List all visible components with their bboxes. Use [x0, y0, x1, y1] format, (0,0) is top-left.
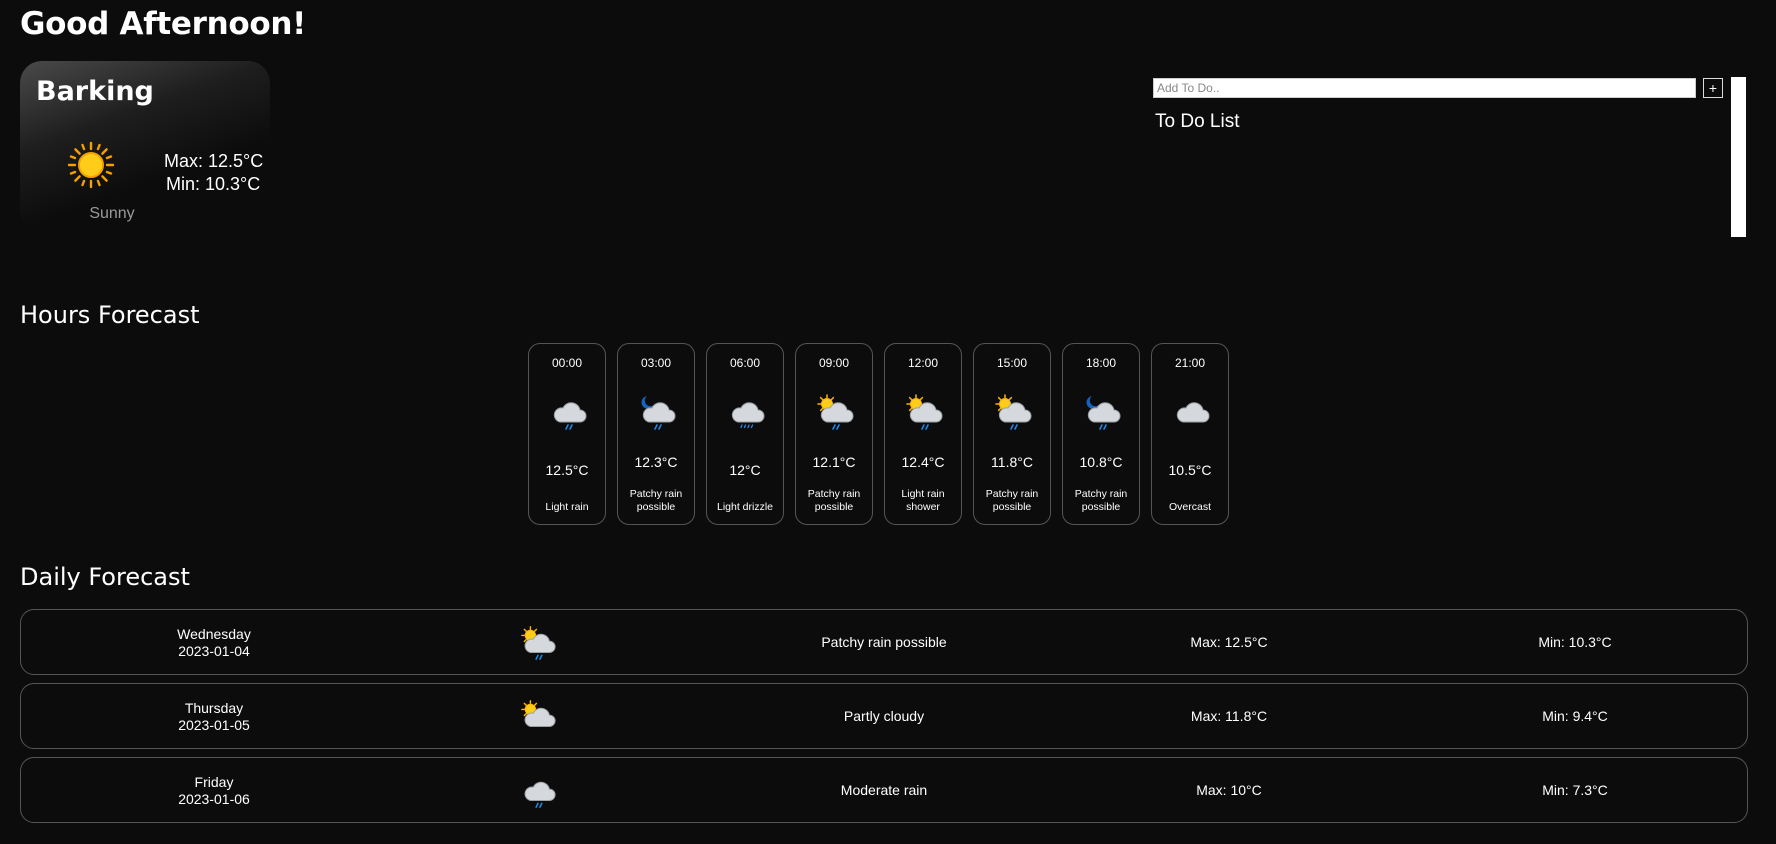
current-condition: Sunny	[89, 205, 135, 222]
hour-temp: 12.5°C	[545, 462, 589, 478]
todo-scrollbar[interactable]	[1731, 77, 1746, 237]
hour-temp: 12°C	[729, 462, 761, 478]
current-min-temp: Min: 10.3°C	[166, 174, 261, 194]
daily-forecast-row: Wednesday 2023-01-04 Patchy rain possibl…	[20, 609, 1748, 675]
day-condition: Moderate rain	[840, 782, 928, 798]
hour-card: 15:00 11.8°C Patchy rain possible	[973, 343, 1051, 525]
hour-condition: Patchy rain possible	[629, 488, 683, 513]
hour-condition: Light drizzle	[716, 500, 774, 513]
day-min-temp: Min: 10.3°C	[1538, 634, 1612, 650]
hour-time: 21:00	[1174, 356, 1206, 370]
hour-temp: 12.3°C	[634, 454, 678, 470]
day-date-value: 2023-01-06	[178, 791, 250, 807]
day-min-temp: Min: 7.3°C	[1542, 782, 1608, 798]
current-max-temp: Max: 12.5°C	[164, 151, 264, 171]
hour-temp: 11.8°C	[991, 454, 1033, 470]
hour-temp: 10.5°C	[1168, 462, 1212, 478]
daily-forecast-row: Thursday 2023-01-05 Partly cloudy Max: 1…	[20, 683, 1748, 749]
sun-rain-cloud-icon	[815, 392, 855, 432]
city-name: Barking	[36, 76, 154, 107]
daily-forecast-row: Friday 2023-01-06 Moderate rain Max: 10°…	[20, 757, 1748, 823]
hour-card: 09:00 12.1°C Patchy rain possible	[795, 343, 873, 525]
todo-list-title: To Do List	[1155, 111, 1240, 132]
day-name: Wednesday	[177, 626, 251, 642]
hour-time: 18:00	[1085, 356, 1117, 370]
moon-rain-cloud-icon	[637, 392, 677, 432]
hour-card: 21:00 10.5°C Overcast	[1151, 343, 1229, 525]
drizzle-cloud-icon	[726, 392, 766, 432]
day-max-temp: Max: 10°C	[1196, 782, 1262, 798]
hour-time: 06:00	[729, 356, 761, 370]
day-date: Thursday 2023-01-05	[134, 700, 294, 734]
day-condition: Patchy rain possible	[821, 634, 947, 650]
sun-cloud-icon	[519, 698, 557, 736]
hour-temp: 10.8°C	[1079, 454, 1123, 470]
hour-time: 00:00	[551, 356, 583, 370]
hour-card: 03:00 12.3°C Patchy rain possible	[617, 343, 695, 525]
sun-icon	[67, 141, 115, 189]
day-date: Friday 2023-01-06	[134, 774, 294, 808]
hour-condition: Patchy rain possible	[1074, 488, 1128, 513]
day-name: Friday	[194, 774, 234, 790]
cloud-icon	[1171, 392, 1211, 432]
sun-rain-cloud-icon	[519, 624, 557, 662]
greeting-heading: Good Afternoon!	[20, 6, 307, 42]
day-date: Wednesday 2023-01-04	[134, 626, 294, 660]
hour-condition: Light rain shower	[901, 488, 945, 513]
hour-condition: Overcast	[1168, 500, 1211, 513]
day-name: Thursday	[184, 700, 244, 716]
hour-condition: Patchy rain possible	[985, 488, 1039, 513]
hour-card: 06:00 12°C Light drizzle	[706, 343, 784, 525]
hour-card: 18:00 10.8°C Patchy rain possible	[1062, 343, 1140, 525]
day-date-value: 2023-01-05	[178, 717, 250, 733]
current-weather-card: Barking Sunny Max: 12.5°C Min: 10.3°C	[20, 61, 270, 231]
day-condition: Partly cloudy	[843, 708, 925, 724]
hour-condition: Light rain	[545, 500, 589, 513]
hour-time: 03:00	[640, 356, 672, 370]
sun-rain-cloud-icon	[993, 392, 1033, 432]
daily-forecast-title: Daily Forecast	[20, 563, 190, 591]
day-date-value: 2023-01-04	[178, 643, 250, 659]
hourly-forecast-list: 00:00 12.5°C Light rain 03:00 12.3°C Pat…	[528, 343, 1229, 525]
hour-card: 12:00 12.4°C Light rain shower	[884, 343, 962, 525]
rain-cloud-icon	[548, 392, 588, 432]
rain-cloud-icon	[519, 772, 557, 810]
day-max-temp: Max: 12.5°C	[1190, 634, 1268, 650]
hour-temp: 12.4°C	[901, 454, 945, 470]
hour-time: 09:00	[818, 356, 850, 370]
hour-card: 00:00 12.5°C Light rain	[528, 343, 606, 525]
sun-rain-cloud-icon	[904, 392, 944, 432]
hour-condition: Patchy rain possible	[807, 488, 861, 513]
hour-temp: 12.1°C	[812, 454, 856, 470]
add-todo-button[interactable]: +	[1703, 78, 1723, 98]
day-max-temp: Max: 11.8°C	[1190, 708, 1268, 724]
hour-time: 15:00	[996, 356, 1028, 370]
hour-time: 12:00	[907, 356, 939, 370]
day-min-temp: Min: 9.4°C	[1542, 708, 1608, 724]
todo-input[interactable]	[1153, 78, 1696, 98]
hours-forecast-title: Hours Forecast	[20, 301, 200, 329]
moon-rain-cloud-icon	[1082, 392, 1122, 432]
